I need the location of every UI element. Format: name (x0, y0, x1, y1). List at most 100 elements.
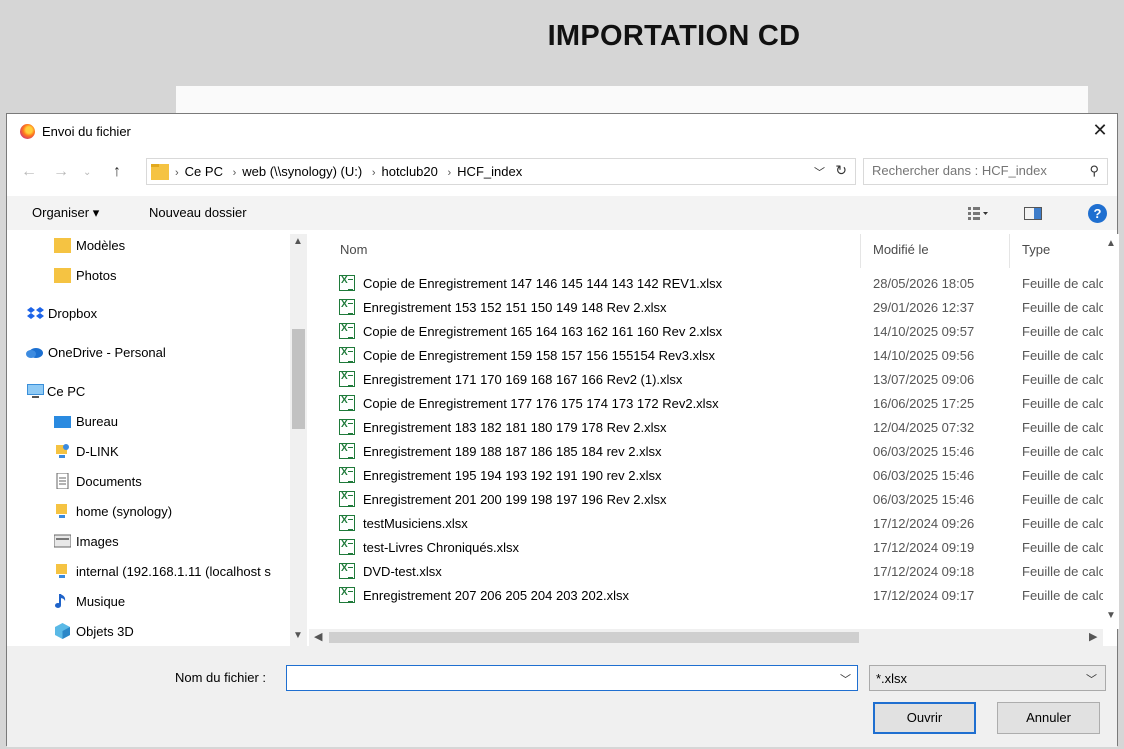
nav-item-home-synology[interactable]: home (synology) (7, 500, 293, 524)
command-toolbar: Organiser ▾ Nouveau dossier ? (7, 196, 1117, 230)
file-row[interactable]: Enregistrement 171 170 169 168 167 166 R… (309, 368, 1109, 392)
file-name: test-Livres Chroniqués.xlsx (363, 540, 520, 555)
scrollbar-thumb[interactable] (329, 632, 859, 643)
documents-icon (56, 473, 69, 489)
address-dropdown-icon[interactable]: ﹀ (814, 164, 825, 180)
desktop-icon (54, 416, 71, 428)
nav-item-label: OneDrive - Personal (48, 345, 166, 360)
open-button[interactable]: Ouvrir (873, 702, 976, 734)
file-type: Feuille de calc (1022, 348, 1106, 363)
file-date: 14/10/2025 09:57 (873, 324, 975, 339)
file-type: Feuille de calc (1022, 396, 1106, 411)
scroll-up-icon[interactable]: ▲ (293, 236, 303, 247)
file-list-vertical-scrollbar[interactable]: ▲ ▼ (1103, 234, 1119, 629)
file-name: Enregistrement 195 194 193 192 191 190 r… (363, 468, 662, 483)
breadcrumb-item[interactable]: Ce PC (185, 164, 223, 179)
scroll-left-icon[interactable]: ◀ (314, 630, 322, 643)
breadcrumb-item[interactable]: HCF_index (457, 164, 522, 179)
nav-item-d-link[interactable]: D-LINK (7, 440, 293, 464)
search-input[interactable] (872, 163, 1072, 178)
excel-file-icon (339, 515, 355, 531)
breadcrumb-item[interactable]: web (\\synology) (U:) (242, 164, 362, 179)
file-row[interactable]: Enregistrement 207 206 205 204 203 202.x… (309, 584, 1109, 608)
dialog-titlebar: Envoi du fichier ✕ (7, 114, 1117, 148)
file-type: Feuille de calc (1022, 276, 1106, 291)
breadcrumb: › Ce PC › web (\\synology) (U:) › hotclub20… (175, 164, 523, 179)
nav-item-objets-3d[interactable]: Objets 3D (7, 620, 293, 644)
nav-item-internal[interactable]: internal (192.168.1.11 (localhost s (7, 560, 293, 584)
file-row[interactable]: Enregistrement 195 194 193 192 191 190 r… (309, 464, 1109, 488)
file-date: 06/03/2025 15:46 (873, 492, 975, 507)
preview-pane-icon[interactable] (1024, 207, 1042, 220)
recent-locations-chevron-icon[interactable]: ⌄ (83, 167, 91, 178)
column-divider (1009, 234, 1010, 268)
nav-item-dropbox[interactable]: Dropbox (7, 302, 293, 326)
computer-icon (27, 384, 44, 398)
file-row[interactable]: Enregistrement 183 182 181 180 179 178 R… (309, 416, 1109, 440)
excel-file-icon (339, 395, 355, 411)
organize-menu[interactable]: Organiser ▾ (32, 205, 99, 221)
back-arrow-icon[interactable]: ← (21, 163, 37, 181)
help-icon[interactable]: ? (1088, 204, 1107, 223)
file-row[interactable]: Enregistrement 189 188 187 186 185 184 r… (309, 440, 1109, 464)
nav-item-bureau[interactable]: Bureau (7, 410, 293, 434)
nav-item-musique[interactable]: Musique (7, 590, 293, 614)
cancel-button[interactable]: Annuler (997, 702, 1100, 734)
file-row[interactable]: Copie de Enregistrement 165 164 163 162 … (309, 320, 1109, 344)
nav-item-label: Images (76, 534, 119, 549)
nav-item-label: home (synology) (76, 504, 173, 519)
scroll-right-icon[interactable]: ▶ (1089, 630, 1097, 643)
file-row[interactable]: Enregistrement 153 152 151 150 149 148 R… (309, 296, 1109, 320)
folder-icon (54, 268, 71, 283)
file-name: Enregistrement 207 206 205 204 203 202.x… (363, 588, 629, 603)
address-bar-row: ← → ⌄ ↑ › Ce PC › web (\\synology) (U:) › h… (7, 156, 1117, 188)
excel-file-icon (339, 443, 355, 459)
file-list-horizontal-scrollbar[interactable]: ◀ ▶ (309, 629, 1103, 646)
excel-file-icon (339, 275, 355, 291)
filter-dropdown-icon[interactable]: ﹀ (1086, 671, 1097, 687)
excel-file-icon (339, 419, 355, 435)
scroll-down-icon[interactable]: ▼ (1106, 610, 1116, 621)
nav-item-onedrive[interactable]: OneDrive - Personal (7, 341, 293, 365)
file-row[interactable]: DVD-test.xlsx 17/12/2024 09:18 Feuille d… (309, 560, 1109, 584)
file-name: Enregistrement 189 188 187 186 185 184 r… (363, 444, 662, 459)
filename-dropdown-icon[interactable]: ﹀ (840, 671, 851, 687)
column-header-name[interactable]: Nom (340, 242, 367, 257)
search-icon[interactable]: ⚲ (1089, 163, 1099, 179)
file-type-filter[interactable]: *.xlsx ﹀ (869, 665, 1106, 691)
file-date: 14/10/2025 09:56 (873, 348, 975, 363)
nav-item-modeles[interactable]: Modèles (7, 234, 293, 258)
file-row[interactable]: testMusiciens.xlsx 17/12/2024 09:26 Feui… (309, 512, 1109, 536)
filename-field[interactable]: ﹀ (286, 665, 858, 691)
scrollbar-thumb[interactable] (292, 329, 305, 429)
close-button[interactable]: ✕ (1089, 120, 1111, 142)
address-box[interactable]: › Ce PC › web (\\synology) (U:) › hotclub20… (146, 158, 856, 185)
file-type: Feuille de calc (1022, 516, 1106, 531)
breadcrumb-item[interactable]: hotclub20 (381, 164, 437, 179)
file-row[interactable]: Copie de Enregistrement 177 176 175 174 … (309, 392, 1109, 416)
view-options-icon[interactable] (967, 206, 989, 220)
up-arrow-icon[interactable]: ↑ (113, 163, 121, 181)
file-date: 17/12/2024 09:17 (873, 588, 975, 603)
file-row[interactable]: test-Livres Chroniqués.xlsx 17/12/2024 0… (309, 536, 1109, 560)
nav-item-documents[interactable]: Documents (7, 470, 293, 494)
nav-item-ce-pc[interactable]: Ce PC (7, 380, 293, 404)
file-date: 29/01/2026 12:37 (873, 300, 975, 315)
nav-item-photos[interactable]: Photos (7, 264, 293, 288)
forward-arrow-icon[interactable]: → (53, 163, 69, 181)
excel-file-icon (339, 299, 355, 315)
file-row[interactable]: Copie de Enregistrement 147 146 145 144 … (309, 272, 1109, 296)
excel-file-icon (339, 323, 355, 339)
file-row[interactable]: Copie de Enregistrement 159 158 157 156 … (309, 344, 1109, 368)
nav-item-images[interactable]: Images (7, 530, 293, 554)
scroll-down-icon[interactable]: ▼ (293, 630, 303, 641)
file-row[interactable]: Enregistrement 201 200 199 198 197 196 R… (309, 488, 1109, 512)
refresh-icon[interactable]: ↻ (835, 162, 847, 179)
scroll-up-icon[interactable]: ▲ (1106, 238, 1116, 249)
navigation-scrollbar[interactable]: ▲ ▼ (290, 234, 307, 646)
new-folder-button[interactable]: Nouveau dossier (149, 205, 247, 220)
column-header-modified[interactable]: Modifié le (873, 242, 929, 257)
file-date: 06/03/2025 15:46 (873, 444, 975, 459)
column-header-type[interactable]: Type (1022, 242, 1050, 257)
filename-label: Nom du fichier : (175, 670, 267, 685)
